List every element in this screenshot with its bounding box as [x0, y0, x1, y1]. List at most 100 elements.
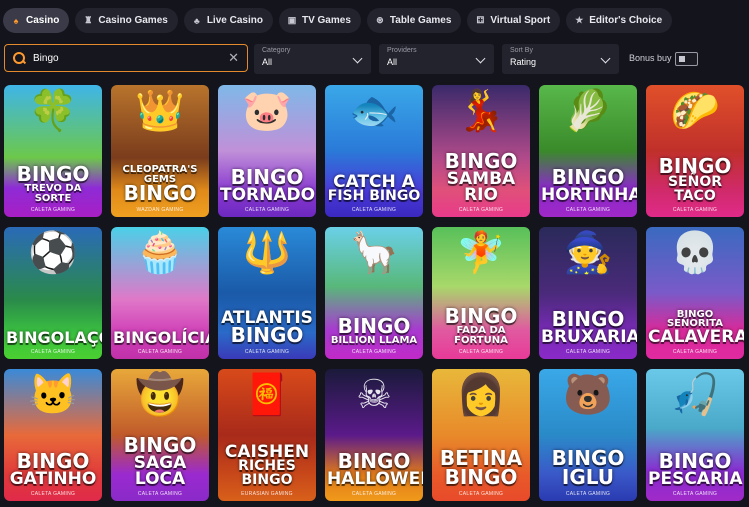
game-artwork: 🐻 — [563, 373, 613, 417]
game-title-line1: Bingo — [123, 432, 197, 457]
game-title-line1: Bingo — [337, 313, 411, 338]
bonus-buy-toggle[interactable] — [675, 52, 698, 66]
game-artwork: 👩 — [456, 373, 506, 417]
game-title: BingoHalloween — [325, 448, 423, 488]
game-card[interactable]: 🧙 Bingo Bruxaria CALETA GAMING — [539, 227, 637, 359]
tab-table-games[interactable]: ⊛ Table Games — [366, 8, 462, 33]
game-card[interactable]: 🧚 Bingo Fada da Fortuna CALETA GAMING — [432, 227, 530, 359]
game-provider: CALETA GAMING — [458, 207, 504, 213]
game-provider: CALETA GAMING — [244, 207, 290, 213]
game-title: Caishen Riches Bingo — [218, 444, 316, 487]
game-card[interactable]: 🍀 Bingo Trevo da Sorte CALETA GAMING — [4, 85, 102, 217]
game-title: Bingolaço — [4, 329, 102, 345]
game-card[interactable]: 🐱 Bingo Gatinho CALETA GAMING — [4, 369, 102, 501]
game-provider: CALETA GAMING — [672, 349, 718, 355]
game-provider: WAZDAN GAMING — [136, 207, 184, 213]
game-card[interactable]: 🎣 Bingo Pescaria CALETA GAMING — [646, 369, 744, 501]
game-title-line1: Bingo — [16, 162, 90, 186]
game-title: Bingo Hortinha — [539, 164, 637, 204]
tab-editor-s-choice[interactable]: ★ Editor's Choice — [566, 8, 673, 33]
game-artwork: 🥬 — [563, 89, 613, 133]
tab-live-casino[interactable]: ♣ Live Casino — [183, 8, 273, 33]
game-artwork: 🧚 — [456, 231, 506, 275]
game-provider: CALETA GAMING — [458, 491, 504, 497]
game-artwork: 🧙 — [563, 231, 613, 275]
game-card[interactable]: ☠ BingoHalloween CALETA GAMING — [325, 369, 423, 501]
clear-search-icon[interactable]: ✕ — [228, 50, 239, 66]
game-card[interactable]: 🧁 Bingolícia CALETA GAMING — [111, 227, 209, 359]
tab-virtual-sport[interactable]: ⚃ Virtual Sport — [467, 8, 561, 33]
sort-by-dropdown-value: Rating — [510, 57, 537, 67]
game-card[interactable]: 🐷 Bingo Tornado CALETA GAMING — [218, 85, 316, 217]
game-title-line1: Bingo — [551, 164, 625, 189]
game-card[interactable]: 🔱 Atlantis Bingo CALETA GAMING — [218, 227, 316, 359]
game-title: Atlantis Bingo — [218, 309, 316, 347]
search-input[interactable] — [33, 52, 229, 64]
game-title-line1: Bingolícia — [113, 327, 209, 347]
game-artwork: 🍀 — [28, 89, 78, 133]
game-card[interactable]: ⚽ Bingolaço CALETA GAMING — [4, 227, 102, 359]
game-card[interactable]: 🧧 Caishen Riches Bingo EURASIAN GAMING — [218, 369, 316, 501]
game-card[interactable]: 🤠 Bingo Saga Loca CALETA GAMING — [111, 369, 209, 501]
live-casino-icon: ♣ — [193, 15, 200, 26]
game-title-line1: Bingo — [230, 164, 304, 189]
game-title: Bingo Señorita Calavera — [646, 309, 744, 347]
search-icon — [13, 52, 25, 64]
game-provider: CALETA GAMING — [137, 491, 183, 497]
game-title: Cleopatra's Gems Bingo — [111, 165, 209, 205]
game-title-line2: Gatinho — [9, 468, 97, 489]
game-provider: CALETA GAMING — [137, 349, 183, 355]
search-box[interactable]: ✕ — [4, 44, 248, 72]
game-card[interactable]: 🌮 Bingo Señor Taco CALETA GAMING — [646, 85, 744, 217]
tab-casino-games[interactable]: ♜ Casino Games — [75, 8, 178, 33]
game-title-line1: Bingo — [337, 448, 411, 473]
tab-casino[interactable]: ♠ Casino — [3, 8, 70, 33]
game-artwork: 🌮 — [670, 89, 720, 133]
game-title-line1: Bingo — [658, 448, 732, 473]
game-title: Bingo Fada da Fortuna — [432, 306, 530, 345]
game-provider: CALETA GAMING — [30, 207, 76, 213]
game-card[interactable]: 💃 Bingo Samba Rio CALETA GAMING — [432, 85, 530, 217]
game-artwork: 💃 — [456, 89, 506, 133]
game-provider: CALETA GAMING — [351, 349, 397, 355]
sort-by-dropdown[interactable]: Sort By Rating — [502, 44, 619, 74]
game-title: Bingo Tornado — [218, 164, 316, 204]
tv-icon: ▣ — [287, 15, 297, 25]
game-title-line2: Bingo — [230, 323, 304, 347]
game-artwork: 🔱 — [242, 231, 292, 275]
tab-tv-games[interactable]: ▣ TV Games — [278, 8, 361, 33]
game-card[interactable]: 👩 Betina Bingo CALETA GAMING — [432, 369, 530, 501]
game-card[interactable]: 🐟 Catch a Fish Bingo CALETA GAMING — [325, 85, 423, 217]
game-title: Bingo Trevo da Sorte — [4, 162, 102, 203]
game-card[interactable]: 👑 Cleopatra's Gems Bingo WAZDAN GAMING — [111, 85, 209, 217]
game-card[interactable]: 💀 Bingo Señorita Calavera CALETA GAMING — [646, 227, 744, 359]
game-card[interactable]: 🐻 Bingo Iglu CALETA GAMING — [539, 369, 637, 501]
game-title-line2: Bingo — [123, 181, 197, 205]
game-title-line2: Iglu — [561, 465, 615, 489]
game-card[interactable]: 🦙 Bingo Billion Llama CALETA GAMING — [325, 227, 423, 359]
casino-icon: ♠ — [13, 15, 19, 26]
toggle-knob — [679, 56, 685, 62]
game-title-line2: Samba Rio — [446, 168, 516, 205]
game-provider: EURASIAN GAMING — [241, 491, 293, 497]
game-title: Bingo Pescaria — [646, 448, 744, 488]
game-title-line2: Bingo — [444, 465, 518, 489]
tab-label: Table Games — [389, 15, 452, 26]
game-card[interactable]: 🥬 Bingo Hortinha CALETA GAMING — [539, 85, 637, 217]
game-provider: CALETA GAMING — [351, 207, 397, 213]
category-dropdown[interactable]: Category All — [254, 44, 371, 74]
game-provider: CALETA GAMING — [565, 491, 611, 497]
providers-dropdown[interactable]: Providers All — [379, 44, 494, 74]
star-icon: ★ — [575, 15, 584, 25]
game-title: Betina Bingo — [432, 448, 530, 489]
providers-dropdown-label: Providers — [387, 47, 417, 54]
game-title: Bingo Bruxaria — [539, 306, 637, 346]
game-artwork: 🐷 — [242, 89, 292, 133]
game-provider: CALETA GAMING — [565, 349, 611, 355]
game-title-line1: Bingo — [551, 306, 625, 331]
game-title-line2: Calavera — [648, 326, 744, 347]
game-title: Bingo Saga Loca — [111, 432, 209, 488]
game-provider: CALETA GAMING — [244, 349, 290, 355]
game-provider: CALETA GAMING — [30, 491, 76, 497]
game-title-line2: Billion Llama — [330, 334, 418, 346]
